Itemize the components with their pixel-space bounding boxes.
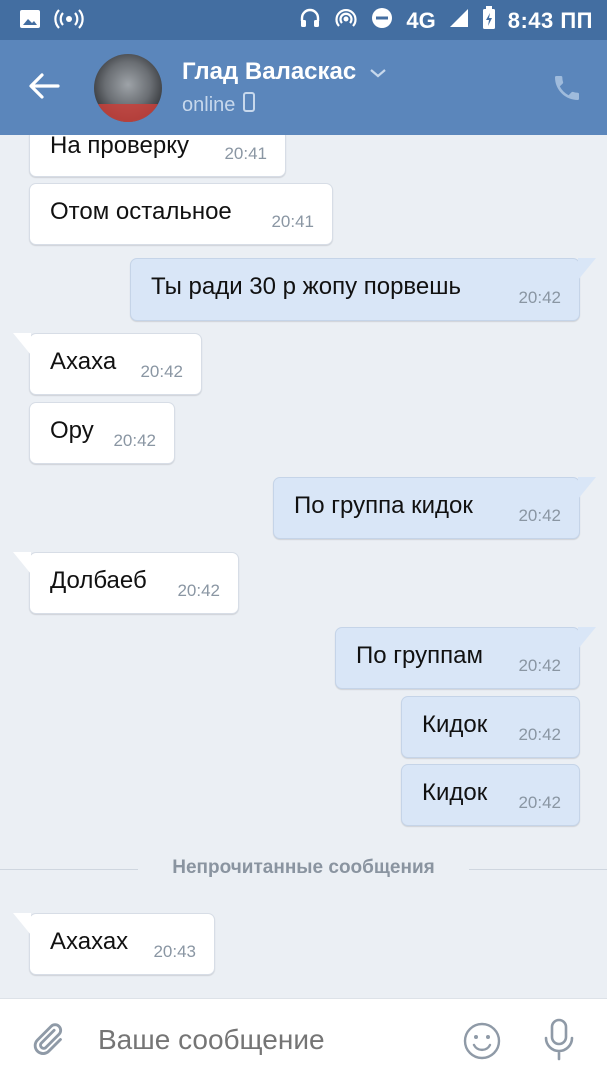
message-time: 20:42 xyxy=(518,793,561,812)
message-time: 20:42 xyxy=(518,506,561,525)
message-text: По группам xyxy=(356,642,483,669)
message-composer xyxy=(0,998,607,1081)
message-bubble[interactable]: По группа кидок 20:42 xyxy=(273,477,596,539)
message-bubble[interactable]: По группам 20:42 xyxy=(335,627,596,689)
message-bubble[interactable]: Долбаеб 20:42 xyxy=(13,552,239,614)
message-list[interactable]: На проверку 20:41 Отом остальное 20:41 Т… xyxy=(0,135,607,1000)
message-bubble[interactable]: Кидок 20:42 xyxy=(401,764,580,826)
message-bubble[interactable]: Ты ради 30 р жопу порвешь 20:42 xyxy=(130,258,596,321)
contact-status-row: online xyxy=(182,92,256,118)
contact-name: Глад Валаскас xyxy=(182,58,357,85)
network-type: 4G xyxy=(406,8,436,33)
phone-icon[interactable] xyxy=(551,72,583,104)
broadcast-icon xyxy=(54,7,84,36)
divider-line xyxy=(469,869,607,870)
message-time: 20:42 xyxy=(140,362,183,381)
message-text: Долбаеб xyxy=(50,567,147,594)
contact-status: online xyxy=(182,93,236,116)
message-time: 20:43 xyxy=(153,942,196,961)
unread-divider-label: Непрочитанные сообщения xyxy=(172,857,435,878)
do-not-disturb-icon xyxy=(370,6,394,36)
message-text: Ахаха xyxy=(50,348,117,375)
message-text: На проверку xyxy=(50,135,189,159)
back-arrow-icon[interactable] xyxy=(24,66,72,110)
clock: 8:43 ПП xyxy=(507,8,593,33)
message-bubble[interactable]: Ахаха 20:42 xyxy=(13,333,202,395)
contact-name-row[interactable]: Глад Валаскас xyxy=(182,58,387,86)
message-time: 20:42 xyxy=(518,725,561,744)
message-text: Ты ради 30 р жопу порвешь xyxy=(151,273,462,300)
message-bubble[interactable]: Ору 20:42 xyxy=(29,402,175,464)
message-bubble[interactable]: На проверку 20:41 xyxy=(29,135,286,177)
battery-icon xyxy=(482,6,496,36)
avatar[interactable] xyxy=(94,54,162,122)
headphones-icon xyxy=(298,6,322,36)
message-text: Кидок xyxy=(422,779,488,806)
message-input[interactable] xyxy=(96,1023,440,1057)
chat-header: Глад Валаскас online xyxy=(0,40,607,135)
signal-icon xyxy=(448,7,470,35)
paperclip-icon[interactable] xyxy=(28,1019,66,1059)
message-text: Ору xyxy=(50,417,94,444)
message-text: Ахахах xyxy=(50,928,129,955)
image-icon xyxy=(18,7,42,36)
chevron-down-icon xyxy=(369,58,387,86)
message-text: Кидок xyxy=(422,711,488,738)
hotspot-icon xyxy=(334,6,358,36)
unread-divider: Непрочитанные сообщения xyxy=(0,855,607,883)
message-bubble[interactable]: Кидок 20:42 xyxy=(401,696,580,758)
message-text: По группа кидок xyxy=(294,492,473,519)
message-text: Отом остальное xyxy=(50,198,232,225)
status-bar: 4G 8:43 ПП xyxy=(0,0,607,40)
message-time: 20:42 xyxy=(113,431,156,450)
mobile-icon xyxy=(243,92,256,118)
message-time: 20:41 xyxy=(224,144,267,163)
message-time: 20:42 xyxy=(177,581,220,600)
message-bubble[interactable]: Отом остальное 20:41 xyxy=(29,183,333,245)
emoji-icon[interactable] xyxy=(462,1021,502,1061)
message-time: 20:42 xyxy=(518,288,561,307)
message-bubble[interactable]: Ахахах 20:43 xyxy=(13,913,215,975)
message-time: 20:41 xyxy=(271,212,314,231)
message-time: 20:42 xyxy=(518,656,561,675)
microphone-icon[interactable] xyxy=(542,1017,576,1063)
